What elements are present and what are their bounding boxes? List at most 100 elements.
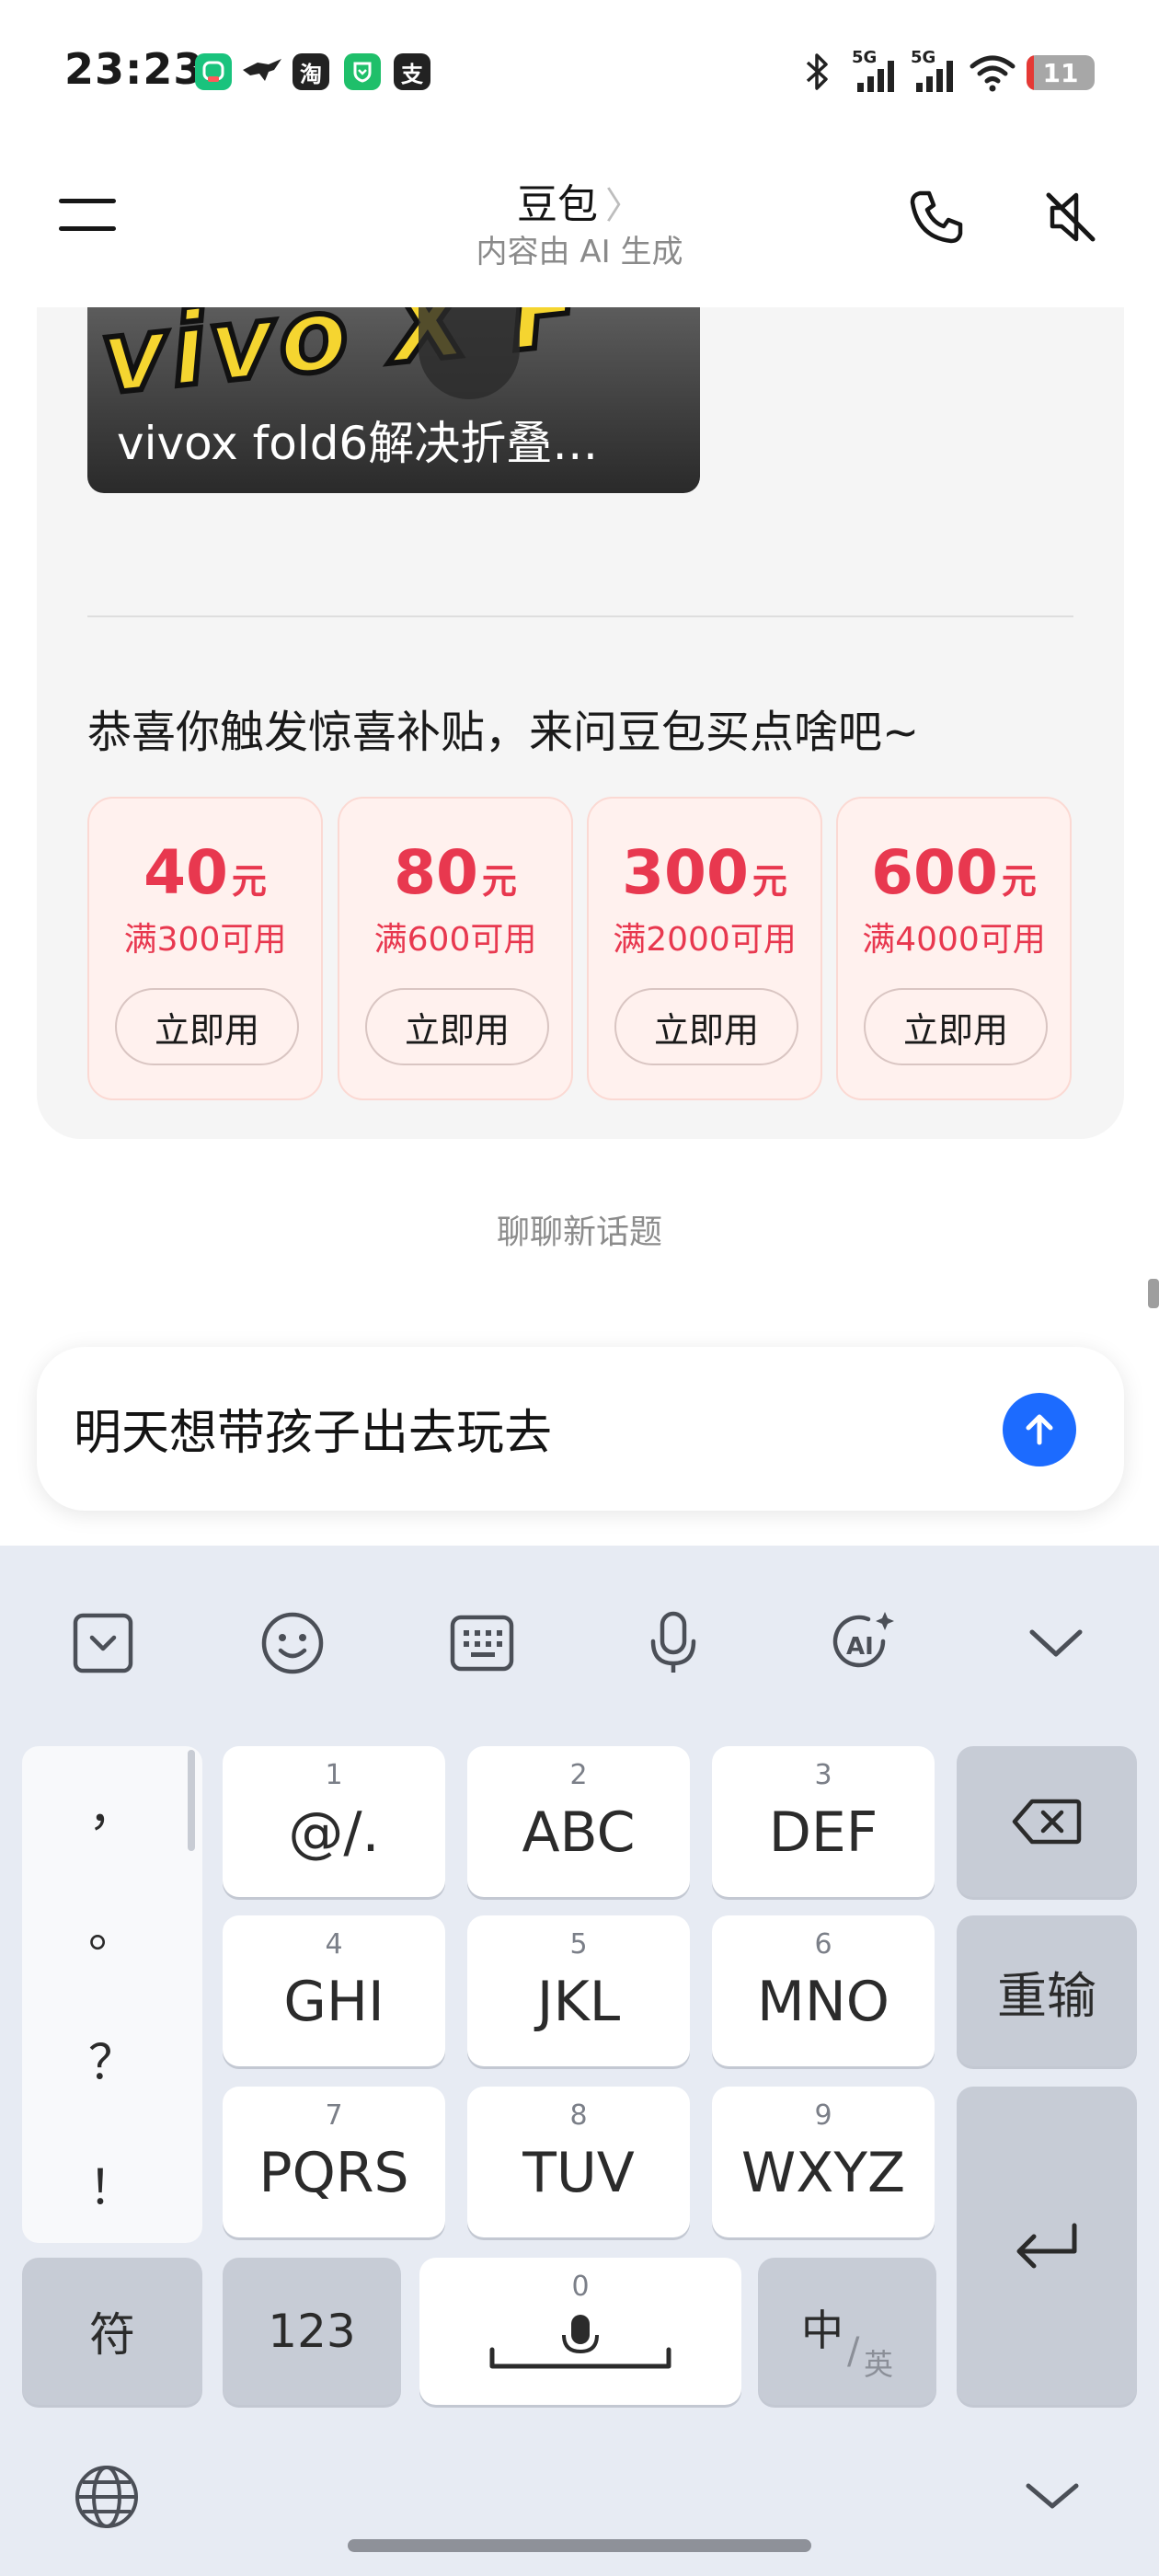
emoji-tool-icon[interactable]: [256, 1606, 329, 1680]
message-input[interactable]: [74, 1400, 975, 1455]
title-text: 豆包: [517, 181, 598, 228]
ai-disclaimer: 内容由 AI 生成: [476, 234, 683, 270]
page-title[interactable]: 豆包〉: [0, 171, 1159, 230]
key-digit: 1: [325, 1759, 343, 1791]
new-topic-link[interactable]: 聊聊新话题: [0, 1205, 1159, 1253]
coupon-unit: 元: [231, 861, 267, 902]
coupon-unit: 元: [1001, 861, 1037, 902]
taobao-char: 淘: [300, 61, 322, 87]
key-digit: 9: [814, 2099, 832, 2132]
key-digit: 2: [569, 1759, 588, 1791]
bird-icon: [241, 53, 283, 90]
video-thumbnail[interactable]: vivo X F vivox fold6解决折叠…: [87, 307, 700, 493]
use-coupon-button[interactable]: 立即用: [614, 988, 798, 1065]
backspace-key[interactable]: [957, 1746, 1137, 1897]
key-digit: 6: [814, 1928, 832, 1961]
punct-key-period[interactable]: 。: [22, 1892, 202, 1961]
key-1[interactable]: 1 @/.: [223, 1746, 445, 1897]
key-letters: @/.: [288, 1800, 380, 1865]
keyboard-layout-icon[interactable]: [445, 1606, 519, 1680]
app-icon: [195, 53, 232, 90]
use-coupon-button[interactable]: 立即用: [365, 988, 549, 1065]
speaker-muted-icon[interactable]: [1039, 186, 1102, 248]
coupon-condition: 满2000可用: [613, 921, 797, 959]
key-6[interactable]: 6 MNO: [712, 1915, 935, 2066]
phone-call-icon[interactable]: [907, 188, 966, 247]
ai-tool-icon[interactable]: AI: [826, 1606, 900, 1680]
battery-indicator: 11: [1027, 55, 1095, 90]
space-key[interactable]: 0: [419, 2258, 741, 2405]
coupon-amount-value: 600: [871, 837, 998, 908]
use-coupon-button[interactable]: 立即用: [864, 988, 1048, 1065]
key-3[interactable]: 3 DEF: [712, 1746, 935, 1897]
reenter-key[interactable]: 重输: [957, 1915, 1137, 2066]
coupon-unit: 元: [752, 861, 787, 902]
key-digit: 7: [325, 2099, 343, 2132]
shield-app-icon: [344, 53, 381, 90]
coupon-card: 300 元 满2000可用 立即用: [587, 797, 822, 1100]
coupon-amount: 40 元: [89, 837, 321, 908]
lang-main-label: 中: [801, 2306, 843, 2355]
punct-key-comma[interactable]: ，: [22, 1770, 202, 1839]
key-digit: 3: [814, 1759, 832, 1791]
key-4[interactable]: 4 GHI: [223, 1915, 445, 2066]
key-letters: ABC: [522, 1800, 636, 1865]
key-8[interactable]: 8 TUV: [467, 2087, 690, 2237]
bluetooth-icon: [802, 52, 832, 92]
punct-key-exclaim[interactable]: ！: [22, 2149, 202, 2218]
symbols-key[interactable]: 符: [22, 2258, 202, 2405]
lang-sub-label: 英: [864, 2347, 894, 2382]
coupon-card: 600 元 满4000可用 立即用: [836, 797, 1072, 1100]
reenter-label: 重输: [997, 1966, 1096, 2025]
enter-icon: [1016, 2223, 1077, 2269]
key-letters: WXYZ: [740, 2141, 906, 2205]
hide-keyboard-icon[interactable]: [1023, 2473, 1082, 2519]
key-letters: MNO: [757, 1970, 889, 2034]
key-digit: 4: [325, 1928, 343, 1961]
symbols-label: 符: [89, 2308, 135, 2362]
key-digit: 0: [571, 2271, 590, 2303]
collapse-keyboard-icon[interactable]: [1019, 1606, 1093, 1680]
home-indicator[interactable]: [348, 2539, 811, 2552]
coupon-amount-value: 300: [622, 837, 749, 908]
voice-space-icon: [489, 2315, 671, 2369]
send-button[interactable]: [1003, 1393, 1076, 1466]
numbers-label: 123: [268, 2305, 356, 2358]
key-5[interactable]: 5 JKL: [467, 1915, 690, 2066]
key-digit: 5: [569, 1928, 588, 1961]
key-7[interactable]: 7 PQRS: [223, 2087, 445, 2237]
use-coupon-button[interactable]: 立即用: [115, 988, 299, 1065]
video-person-graphic: [419, 307, 520, 399]
status-time: 23:23: [64, 44, 204, 94]
signal-5g-icon-2: 5G: [911, 48, 958, 94]
video-caption: vivox fold6解决折叠…: [117, 417, 599, 470]
coupon-condition: 满4000可用: [862, 921, 1046, 959]
key-letters: DEF: [768, 1800, 878, 1865]
key-2[interactable]: 2 ABC: [467, 1746, 690, 1897]
coupon-amount-value: 40: [143, 837, 228, 908]
punct-key-question[interactable]: ？: [22, 2024, 202, 2093]
language-switch-key[interactable]: 中 / 英: [758, 2258, 936, 2405]
key-letters: JKL: [536, 1970, 621, 2034]
coupon-amount-value: 80: [394, 837, 478, 908]
key-letters: TUV: [522, 2141, 635, 2205]
coupon-unit: 元: [481, 861, 517, 902]
backspace-icon: [1012, 1799, 1082, 1845]
title-chevron-icon: 〉: [605, 185, 642, 227]
globe-icon[interactable]: [72, 2462, 142, 2532]
clipboard-tool-icon[interactable]: [66, 1606, 140, 1680]
message-composer: [37, 1347, 1124, 1511]
alipay-char: 支: [401, 61, 423, 87]
numbers-key[interactable]: 123: [223, 2258, 401, 2405]
key-letters: PQRS: [258, 2141, 409, 2205]
battery-level: 11: [1042, 57, 1079, 88]
coupon-amount: 300 元: [589, 837, 820, 908]
coupon-card: 40 元 满300可用 立即用: [87, 797, 323, 1100]
key-9[interactable]: 9 WXYZ: [712, 2087, 935, 2237]
signal-5g-icon-1: 5G: [852, 48, 900, 94]
scrollbar-thumb[interactable]: [1148, 1279, 1159, 1308]
svg-text:AI: AI: [846, 1633, 874, 1661]
microphone-tool-icon[interactable]: [637, 1606, 710, 1680]
coupon-card: 80 元 满600可用 立即用: [338, 797, 573, 1100]
enter-key[interactable]: [957, 2087, 1137, 2405]
